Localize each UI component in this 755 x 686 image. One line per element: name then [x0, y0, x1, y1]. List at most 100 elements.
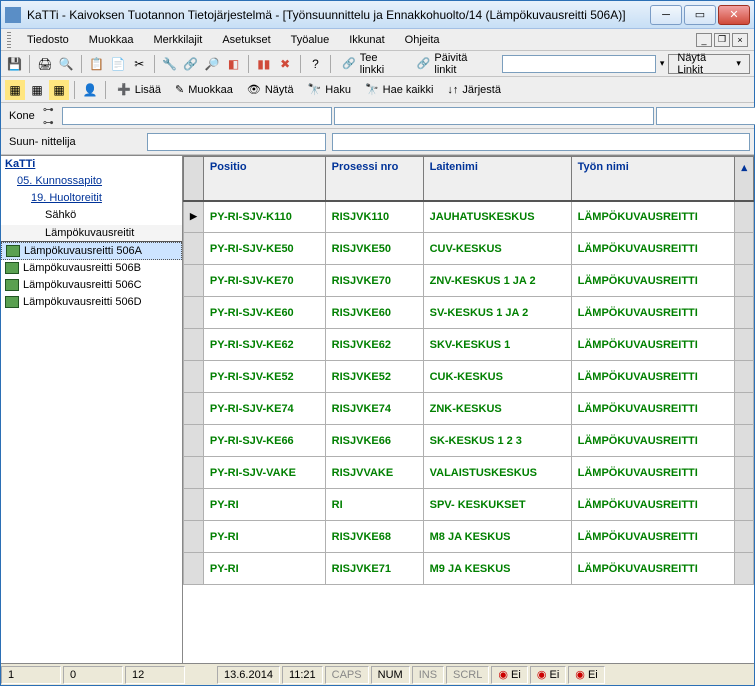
cell-positio[interactable]: PY-RI-SJV-VAKE [203, 457, 325, 489]
tree-leaf[interactable]: Lämpökuvausreitti 506C [1, 277, 182, 294]
cell-positio[interactable]: PY-RI-SJV-KE62 [203, 329, 325, 361]
table-row[interactable]: PY-RI-SJV-KE50RISJVKE50CUV-KESKUSLÄMPÖKU… [184, 233, 754, 265]
col-prosessi[interactable]: Prosessi nro [325, 157, 423, 201]
cell-prosessi[interactable]: RI [325, 489, 423, 521]
nayta-button[interactable]: 👁 Näytä [241, 80, 300, 100]
cell-tyo[interactable]: LÄMPÖKUVAUSREITTI [571, 233, 735, 265]
cell-tyo[interactable]: LÄMPÖKUVAUSREITTI [571, 521, 735, 553]
tree-node-sahko[interactable]: Sähkö [1, 207, 182, 224]
cell-prosessi[interactable]: RISJVVAKE [325, 457, 423, 489]
row-handle[interactable] [184, 361, 204, 393]
muokkaa-button[interactable]: ✎ Muokkaa [169, 80, 239, 100]
mdi-restore-button[interactable]: ❐ [714, 33, 730, 47]
menu-asetukset[interactable]: Asetukset [214, 32, 278, 48]
cell-positio[interactable]: PY-RI-SJV-KE66 [203, 425, 325, 457]
flag-icon[interactable]: ▮▮ [254, 54, 273, 74]
col-laitenimi[interactable]: Laitenimi [423, 157, 571, 201]
row-handle[interactable] [184, 233, 204, 265]
cell-tyo[interactable]: LÄMPÖKUVAUSREITTI [571, 425, 735, 457]
col-positio[interactable]: Positio [203, 157, 325, 201]
grid-yellow2-icon[interactable]: ▦ [49, 80, 69, 100]
print-icon[interactable]: 🖨 [35, 54, 54, 74]
table-row[interactable]: PY-RI-SJV-KE66RISJVKE66SK-KESKUS 1 2 3LÄ… [184, 425, 754, 457]
cell-laitenimi[interactable]: JAUHATUSKESKUS [423, 201, 571, 233]
table-row[interactable]: PY-RIRISPV- KESKUKSETLÄMPÖKUVAUSREITTI [184, 489, 754, 521]
mdi-close-button[interactable]: × [732, 33, 748, 47]
menu-ohjeita[interactable]: Ohjeita [397, 32, 448, 48]
cell-positio[interactable]: PY-RI-SJV-KE70 [203, 265, 325, 297]
paivita-linkit-button[interactable]: 🔗 Päivitä linkit [411, 54, 496, 74]
tree-root[interactable]: KaTTi [1, 156, 182, 173]
cell-laitenimi[interactable]: ZNV-KESKUS 1 JA 2 [423, 265, 571, 297]
suunnittelija-input[interactable] [147, 133, 326, 151]
cell-prosessi[interactable]: RISJVKE71 [325, 553, 423, 585]
cell-laitenimi[interactable]: M9 JA KESKUS [423, 553, 571, 585]
kone-input-3[interactable] [656, 107, 755, 125]
row-handle[interactable] [184, 297, 204, 329]
cell-prosessi[interactable]: RISJVKE70 [325, 265, 423, 297]
row-handle[interactable] [184, 393, 204, 425]
cell-positio[interactable]: PY-RI-SJV-KE60 [203, 297, 325, 329]
jarjesta-button[interactable]: ↓↑ Järjestä [441, 80, 507, 100]
cell-tyo[interactable]: LÄMPÖKUVAUSREITTI [571, 361, 735, 393]
row-handle[interactable] [184, 457, 204, 489]
save-icon[interactable]: 💾 [5, 54, 24, 74]
row-handle[interactable] [184, 521, 204, 553]
link-combo[interactable] [502, 55, 656, 73]
tool-wrench-icon[interactable]: 🔧 [160, 54, 179, 74]
cell-positio[interactable]: PY-RI-SJV-K110 [203, 201, 325, 233]
hae-kaikki-button[interactable]: 🔭 Hae kaikki [359, 80, 439, 100]
tree-node-lampokuvausreitit[interactable]: Lämpökuvausreitit [1, 224, 182, 242]
copy-icon[interactable]: 📋 [87, 54, 106, 74]
tree-leaf[interactable]: Lämpökuvausreitti 506D [1, 294, 182, 311]
cell-positio[interactable]: PY-RI-SJV-KE52 [203, 361, 325, 393]
print-preview-icon[interactable]: 🔍 [57, 54, 76, 74]
paste-icon[interactable]: 📄 [108, 54, 127, 74]
table-row[interactable]: PY-RIRISJVKE71M9 JA KESKUSLÄMPÖKUVAUSREI… [184, 553, 754, 585]
suunnittelija-input-2[interactable] [332, 133, 750, 151]
close-button[interactable]: ✕ [718, 5, 750, 25]
cell-laitenimi[interactable]: CUV-KESKUS [423, 233, 571, 265]
help-icon[interactable]: ? [306, 54, 325, 74]
cell-laitenimi[interactable]: SKV-KESKUS 1 [423, 329, 571, 361]
mdi-minimize-button[interactable]: _ [696, 33, 712, 47]
search-red-icon[interactable]: 🔎 [203, 54, 222, 74]
table-row[interactable]: PY-RI-SJV-K110RISJVK110JAUHATUSKESKUSLÄM… [184, 201, 754, 233]
cell-positio[interactable]: PY-RI-SJV-KE50 [203, 233, 325, 265]
col-tyonnimi[interactable]: Työn nimi [571, 157, 735, 201]
cut-icon[interactable]: ✂ [130, 54, 149, 74]
cell-tyo[interactable]: LÄMPÖKUVAUSREITTI [571, 489, 735, 521]
cell-positio[interactable]: PY-RI-SJV-KE74 [203, 393, 325, 425]
cell-prosessi[interactable]: RISJVKE68 [325, 521, 423, 553]
cell-laitenimi[interactable]: SV-KESKUS 1 JA 2 [423, 297, 571, 329]
flag-off-icon[interactable]: ✖ [275, 54, 294, 74]
menu-merkkilajit[interactable]: Merkkilajit [145, 32, 210, 48]
link-red-icon[interactable]: 🔗 [181, 54, 200, 74]
table-row[interactable]: PY-RI-SJV-KE60RISJVKE60SV-KESKUS 1 JA 2L… [184, 297, 754, 329]
kone-input-2[interactable] [334, 107, 654, 125]
haku-button[interactable]: 🔭 Haku [302, 80, 357, 100]
cell-laitenimi[interactable]: ZNK-KESKUS [423, 393, 571, 425]
row-handle[interactable] [184, 553, 204, 585]
row-handle[interactable] [184, 329, 204, 361]
grid-plain-icon[interactable]: ▦ [27, 80, 47, 100]
tee-linkki-button[interactable]: 🔗 Tee linkki [336, 54, 409, 74]
cell-positio[interactable]: PY-RI [203, 521, 325, 553]
menu-muokkaa[interactable]: Muokkaa [81, 32, 142, 48]
data-grid[interactable]: Positio Prosessi nro Laitenimi Työn nimi… [183, 156, 754, 663]
table-row[interactable]: PY-RI-SJV-KE70RISJVKE70ZNV-KESKUS 1 JA 2… [184, 265, 754, 297]
tree-leaf[interactable]: Lämpökuvausreitti 506A [1, 242, 182, 260]
cell-positio[interactable]: PY-RI [203, 553, 325, 585]
cell-positio[interactable]: PY-RI [203, 489, 325, 521]
user-icon[interactable]: 👤 [80, 80, 100, 100]
row-handle[interactable] [184, 489, 204, 521]
tree-node-huoltoreitit[interactable]: 19. Huoltoreitit [1, 190, 182, 207]
nayta-linkit-button[interactable]: Näytä Linkit ▾ [668, 54, 750, 74]
cell-prosessi[interactable]: RISJVKE74 [325, 393, 423, 425]
row-handle[interactable] [184, 425, 204, 457]
grid-yellow-icon[interactable]: ▦ [5, 80, 25, 100]
cell-tyo[interactable]: LÄMPÖKUVAUSREITTI [571, 265, 735, 297]
cell-tyo[interactable]: LÄMPÖKUVAUSREITTI [571, 297, 735, 329]
cell-prosessi[interactable]: RISJVKE52 [325, 361, 423, 393]
cell-tyo[interactable]: LÄMPÖKUVAUSREITTI [571, 393, 735, 425]
